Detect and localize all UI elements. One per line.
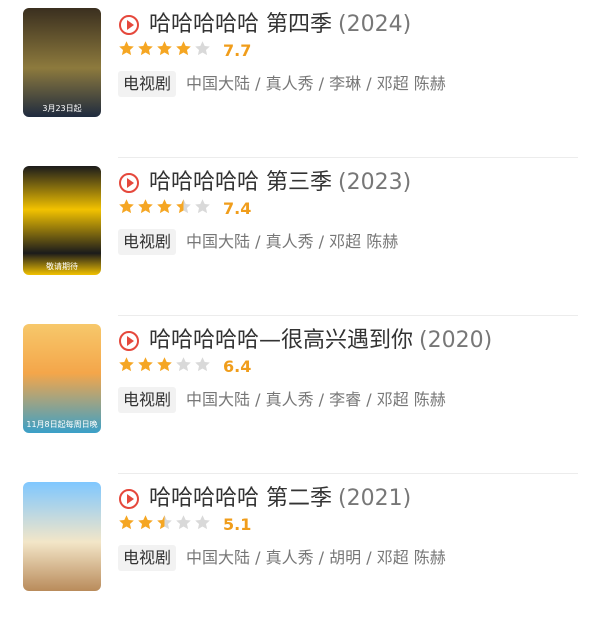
poster-caption: 3月23日起 xyxy=(42,104,82,113)
star-icon xyxy=(119,514,134,529)
play-circle-icon[interactable] xyxy=(119,173,139,193)
poster-caption: 敬请期待 xyxy=(46,262,78,271)
star-icon xyxy=(157,40,172,55)
star-icon xyxy=(138,514,153,529)
title-text: 哈哈哈哈哈 第三季 xyxy=(149,170,332,195)
poster-image[interactable]: 11月8日起每周日晚 xyxy=(23,324,101,433)
star-icon xyxy=(157,514,172,529)
star-icon xyxy=(119,198,134,213)
rating-stars xyxy=(118,40,213,61)
type-tag: 电视剧 xyxy=(118,71,177,97)
rating: 6.4 xyxy=(118,355,251,377)
rating-stars xyxy=(118,514,213,535)
star-icon xyxy=(119,40,134,55)
poster-image[interactable]: 敬请期待 xyxy=(23,166,101,275)
year: (2024) xyxy=(338,12,412,37)
star-icon xyxy=(176,198,191,213)
list-item[interactable]: 敬请期待 哈哈哈哈哈 第三季 (2023) 7.4 电视剧 中国大陆 / 真人秀 … xyxy=(0,158,600,316)
rating-stars xyxy=(118,198,213,219)
list-item[interactable]: 11月8日起每周日晚 哈哈哈哈哈—很高兴遇到你 (2020) 6.4 电视剧 中国… xyxy=(0,316,600,474)
star-icon xyxy=(195,356,210,371)
rating: 5.1 xyxy=(118,513,251,535)
title-text: 哈哈哈哈哈 第四季 xyxy=(149,12,332,37)
rating-score: 7.7 xyxy=(223,40,252,60)
rating-score: 6.4 xyxy=(223,356,252,376)
star-icon xyxy=(119,356,134,371)
type-tag: 电视剧 xyxy=(118,545,177,571)
rating-stars xyxy=(118,356,213,377)
play-circle-icon[interactable] xyxy=(119,331,139,351)
star-icon xyxy=(138,356,153,371)
meta-text: 中国大陆 / 真人秀 / 李琳 / 邓超 陈赫 xyxy=(186,74,446,93)
star-icon xyxy=(195,198,210,213)
star-icon xyxy=(138,198,153,213)
poster-image[interactable] xyxy=(23,482,101,591)
star-icon xyxy=(176,514,191,529)
star-icon xyxy=(195,514,210,529)
meta-text: 中国大陆 / 真人秀 / 胡明 / 邓超 陈赫 xyxy=(186,548,446,567)
type-tag: 电视剧 xyxy=(118,229,177,255)
meta-text: 中国大陆 / 真人秀 / 邓超 陈赫 xyxy=(186,232,399,251)
rating-score: 5.1 xyxy=(223,514,252,534)
play-circle-icon[interactable] xyxy=(119,489,139,509)
title-text: 哈哈哈哈哈—很高兴遇到你 xyxy=(149,328,414,353)
rating: 7.4 xyxy=(118,197,251,219)
rating-score: 7.4 xyxy=(223,198,252,218)
poster-image[interactable]: 3月23日起 xyxy=(23,8,101,117)
star-icon xyxy=(157,356,172,371)
meta-text: 中国大陆 / 真人秀 / 李睿 / 邓超 陈赫 xyxy=(186,390,446,409)
item-title[interactable]: 哈哈哈哈哈 第三季 (2023) xyxy=(149,168,411,198)
item-title[interactable]: 哈哈哈哈哈 第二季 (2021) xyxy=(149,484,411,514)
poster-caption: 11月8日起每周日晚 xyxy=(26,420,98,429)
star-icon xyxy=(157,198,172,213)
rating: 7.7 xyxy=(118,39,251,61)
year: (2023) xyxy=(338,170,412,195)
list-item[interactable]: 3月23日起 哈哈哈哈哈 第四季 (2024) 7.7 电视剧 中国大陆 / 真人… xyxy=(0,0,600,158)
star-icon xyxy=(138,40,153,55)
star-icon xyxy=(195,40,210,55)
type-tag: 电视剧 xyxy=(118,387,177,413)
title-text: 哈哈哈哈哈 第二季 xyxy=(149,486,332,511)
list-item[interactable]: 哈哈哈哈哈 第二季 (2021) 5.1 电视剧 中国大陆 / 真人秀 / 胡明 … xyxy=(0,474,600,632)
year: (2021) xyxy=(338,486,412,511)
item-title[interactable]: 哈哈哈哈哈—很高兴遇到你 (2020) xyxy=(149,326,492,356)
play-circle-icon[interactable] xyxy=(119,15,139,35)
item-title[interactable]: 哈哈哈哈哈 第四季 (2024) xyxy=(149,10,411,40)
star-icon xyxy=(176,356,191,371)
star-icon xyxy=(176,40,191,55)
year: (2020) xyxy=(419,328,493,353)
